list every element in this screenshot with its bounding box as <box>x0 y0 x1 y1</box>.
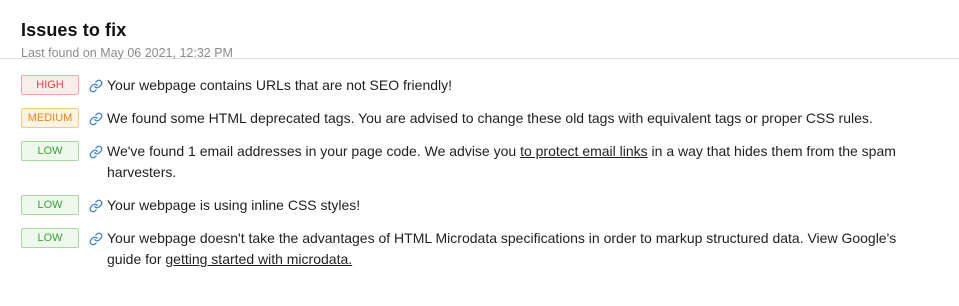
issue-text: We've found 1 email addresses in your pa… <box>107 141 907 183</box>
link-icon[interactable] <box>89 79 103 93</box>
issues-header: Issues to fix Last found on May 06 2021,… <box>0 0 959 60</box>
issue-text: We found some HTML deprecated tags. You … <box>107 110 873 126</box>
severity-badge: MEDIUM <box>21 108 79 128</box>
issue-item: LOW Your webpage is using inline CSS sty… <box>21 195 938 216</box>
page-title: Issues to fix <box>21 20 127 40</box>
link-icon[interactable] <box>89 232 103 246</box>
severity-badge: LOW <box>21 141 79 161</box>
severity-badge: LOW <box>21 195 79 215</box>
issue-item: MEDIUM We found some HTML deprecated tag… <box>21 108 938 129</box>
issue-text-before: We've found 1 email addresses in your pa… <box>107 143 521 159</box>
link-icon[interactable] <box>89 145 103 159</box>
issue-text: Your webpage is using inline CSS styles! <box>107 197 361 213</box>
issue-text: Your webpage contains URLs that are not … <box>107 77 453 93</box>
issue-item: LOW We've found 1 email addresses in you… <box>21 141 938 183</box>
issue-item: LOW Your webpage doesn't take the advant… <box>21 228 938 270</box>
link-icon[interactable] <box>89 199 103 213</box>
severity-badge: HIGH <box>21 75 79 95</box>
issue-text: Your webpage doesn't take the advantages… <box>107 228 907 270</box>
link-icon[interactable] <box>89 112 103 126</box>
issues-list: HIGH Your webpage contains URLs that are… <box>0 59 959 270</box>
protect-email-links-link[interactable]: to protect email links <box>520 143 648 159</box>
severity-badge: LOW <box>21 228 79 248</box>
issue-item: HIGH Your webpage contains URLs that are… <box>21 75 938 96</box>
microdata-guide-link[interactable]: getting started with microdata. <box>165 251 352 267</box>
